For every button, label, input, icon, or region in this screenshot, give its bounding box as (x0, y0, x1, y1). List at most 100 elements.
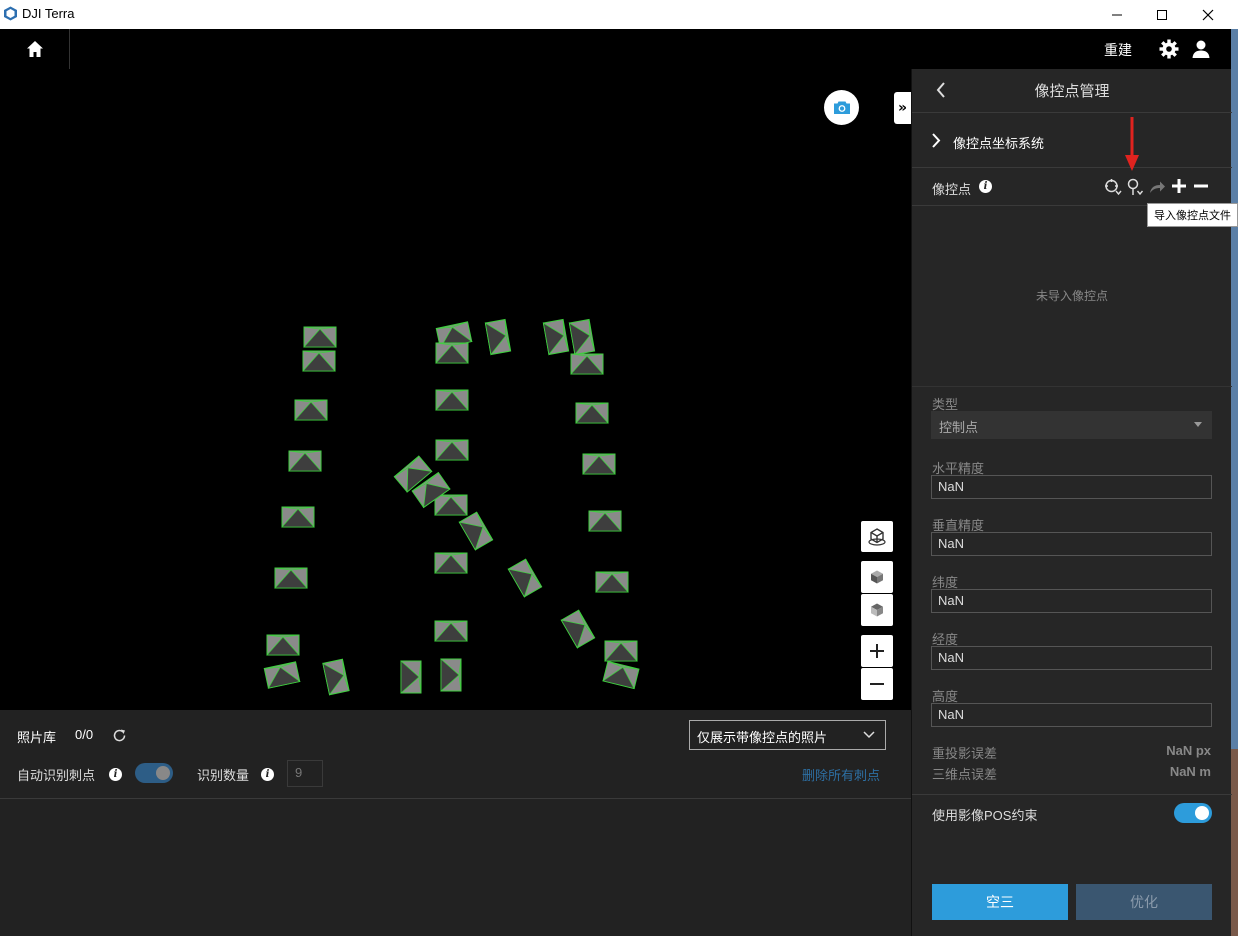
gcp-list-header: 像控点 i (912, 168, 1232, 206)
screenshot-button[interactable] (824, 90, 859, 125)
camera-positions-layer (263, 318, 640, 696)
camera-frustum (302, 350, 336, 372)
camera-frustum (434, 552, 468, 574)
coordinate-system-section[interactable]: 像控点坐标系统 (912, 113, 1232, 168)
close-window-button[interactable] (1185, 0, 1231, 29)
expand-panel-button[interactable]: » (894, 92, 911, 124)
gcp-management-panel: 像控点管理 像控点坐标系统 像控点 i 未导入像控点 类型 控制点 水平精度 N… (911, 69, 1232, 936)
home-button[interactable] (0, 29, 70, 69)
vertical-accuracy-input[interactable]: NaN (931, 532, 1212, 556)
remove-icon[interactable] (1193, 178, 1209, 194)
info-icon[interactable]: i (109, 768, 122, 781)
camera-frustum (281, 506, 315, 528)
horizontal-accuracy-input[interactable]: NaN (931, 475, 1212, 499)
camera-frustum (602, 660, 640, 690)
camera-frustum (440, 658, 462, 692)
chevron-down-icon (863, 731, 875, 739)
3d-viewport[interactable]: » (0, 69, 911, 710)
camera-frustum (588, 510, 622, 532)
point3d-error-value: NaN m (1169, 764, 1211, 779)
panel-title: 像控点管理 (1034, 83, 1110, 100)
latitude-input[interactable]: NaN (931, 589, 1212, 613)
camera-frustum (458, 511, 494, 551)
reprojection-error-label: 重投影误差 (932, 746, 998, 761)
cube-top-icon (871, 570, 883, 584)
export-share-icon[interactable] (1148, 178, 1166, 196)
gcp-list: 未导入像控点 (912, 206, 1232, 387)
camera-frustum (484, 318, 512, 356)
camera-frustum (435, 342, 469, 364)
view-top-button[interactable] (861, 561, 893, 593)
import-gcp-icon[interactable] (1126, 178, 1144, 196)
close-icon (1202, 9, 1214, 20)
add-icon[interactable] (1171, 178, 1187, 194)
camera-frustum (435, 389, 469, 411)
chevron-right-icon (932, 133, 941, 148)
double-chevron-right-icon: » (897, 100, 908, 116)
longitude-input[interactable]: NaN (931, 646, 1212, 670)
rebuild-button[interactable]: 重建 (1104, 40, 1132, 60)
maximize-icon (1157, 9, 1167, 20)
camera-frustum (570, 353, 604, 375)
gcp-label: 像控点 (932, 182, 972, 197)
auto-recognize-toggle[interactable] (135, 763, 173, 783)
point3d-error-label: 三维点误差 (932, 767, 998, 782)
coordinate-system-label: 像控点坐标系统 (953, 136, 1045, 151)
refresh-icon[interactable] (112, 728, 127, 743)
camera-icon (833, 101, 850, 114)
info-icon[interactable]: i (979, 180, 992, 193)
caret-down-icon (1194, 422, 1202, 427)
toggle-knob (156, 766, 170, 780)
info-icon[interactable]: i (261, 768, 274, 781)
zoom-out-button[interactable] (861, 668, 893, 700)
camera-frustum (575, 402, 609, 424)
import-gcp-tooltip: 导入像控点文件 (1147, 203, 1238, 227)
minimize-icon (1112, 14, 1122, 15)
camera-frustum (542, 318, 570, 356)
orbit-view-icon (868, 527, 886, 546)
app-toolbar: 重建 (0, 29, 1231, 69)
auto-recognize-label: 自动识别刺点 (17, 768, 96, 783)
camera-frustum (322, 658, 350, 696)
user-icon[interactable] (1191, 39, 1211, 59)
camera-frustum (303, 326, 337, 348)
camera-frustum (400, 660, 422, 694)
photo-filter-selected: 仅展示带像控点的照片 (697, 730, 828, 745)
photo-filter-select[interactable]: 仅展示带像控点的照片 (689, 720, 886, 750)
divider (0, 798, 911, 799)
camera-frustum (595, 571, 629, 593)
gear-icon[interactable] (1159, 39, 1179, 59)
zoom-in-button[interactable] (861, 635, 893, 667)
view-orbit-button[interactable] (861, 521, 893, 552)
camera-frustum (266, 634, 300, 656)
locate-point-icon[interactable] (1104, 178, 1122, 196)
pos-constraint-label: 使用影像POS约束 (932, 808, 1038, 823)
aerotriangulation-button[interactable]: 空三 (932, 884, 1068, 920)
window-titlebar: DJI Terra (0, 0, 1238, 29)
camera-frustum (288, 450, 322, 472)
camera-frustum (263, 661, 301, 689)
reprojection-error-value: NaN px (1166, 743, 1211, 758)
camera-frustum (434, 494, 468, 516)
minimize-button[interactable] (1094, 0, 1140, 29)
camera-frustum (560, 609, 596, 649)
cube-front-icon (871, 603, 883, 617)
camera-frustum (435, 439, 469, 461)
camera-frustum (434, 620, 468, 642)
view-front-button[interactable] (861, 594, 893, 626)
type-select-value: 控制点 (939, 420, 979, 435)
camera-frustum (604, 640, 638, 662)
maximize-button[interactable] (1139, 0, 1185, 29)
gallery-label: 照片库 (17, 730, 57, 745)
background-window-strip (1231, 29, 1238, 936)
pos-constraint-toggle[interactable] (1174, 803, 1212, 823)
type-select[interactable]: 控制点 (931, 411, 1212, 439)
height-input[interactable]: NaN (931, 703, 1212, 727)
recognize-count-input[interactable]: 9 (287, 760, 323, 787)
home-icon (26, 41, 43, 57)
delete-all-points-link[interactable]: 删除所有刺点 (802, 765, 880, 784)
photo-gallery-panel: 照片库 0/0 仅展示带像控点的照片 自动识别刺点 i 识别数量 i 9 删除所… (0, 710, 911, 936)
panel-header: 像控点管理 (912, 69, 1232, 113)
window-title: DJI Terra (22, 6, 75, 21)
optimize-button[interactable]: 优化 (1076, 884, 1212, 920)
